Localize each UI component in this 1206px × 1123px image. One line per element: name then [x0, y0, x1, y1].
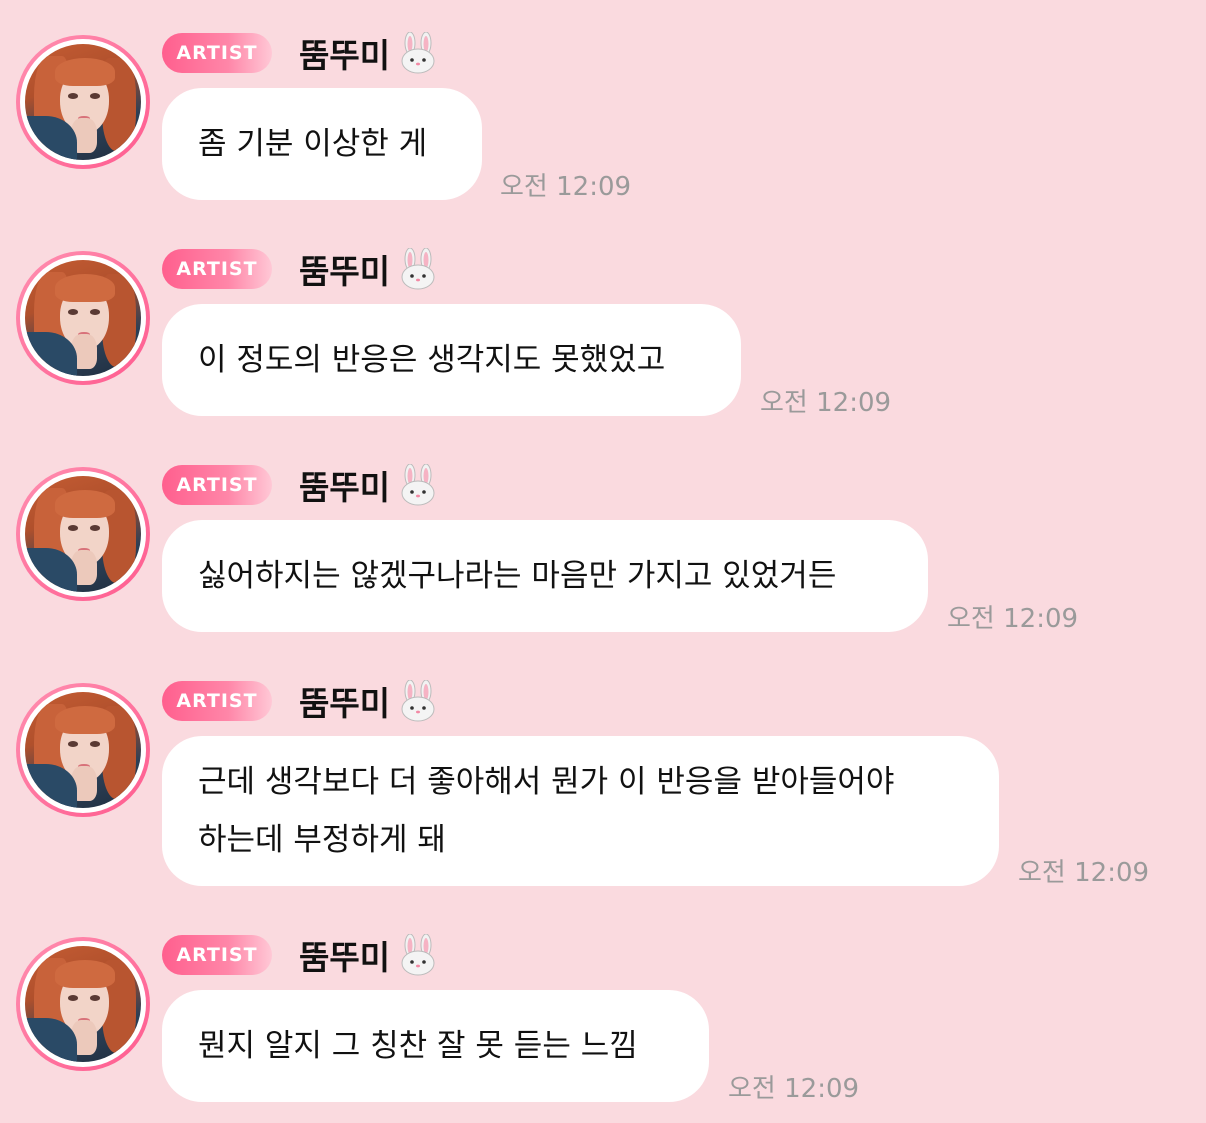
message-bubble[interactable]: 뭔지 알지 그 칭찬 잘 못 듣는 느낌 [162, 990, 709, 1102]
message-header: ARTIST 뚬뚜미 [162, 463, 438, 507]
bunny-face-icon [398, 31, 438, 74]
message-text: 싫어하지는 않겠구나라는 마음만 가지고 있었거든 [198, 558, 837, 594]
message-time: 오전 12:09 [760, 388, 892, 418]
avatar[interactable] [16, 35, 150, 169]
avatar[interactable] [16, 937, 150, 1071]
bunny-face-icon [398, 933, 438, 976]
artist-badge: ARTIST [162, 465, 272, 505]
message-time: 오전 12:09 [947, 604, 1079, 634]
message-text: 이 정도의 반응은 생각지도 못했었고 [198, 342, 666, 378]
sender-name[interactable]: 뚬뚜미 [299, 931, 390, 979]
message-bubble[interactable]: 싫어하지는 않겠구나라는 마음만 가지고 있었거든 [162, 520, 928, 632]
message-text: 좀 기분 이상한 게 [198, 126, 428, 162]
bunny-face-icon [398, 463, 438, 506]
artist-badge: ARTIST [162, 935, 272, 975]
message-time: 오전 12:09 [1018, 858, 1150, 888]
message-time: 오전 12:09 [500, 172, 632, 202]
message-header: ARTIST 뚬뚜미 [162, 247, 438, 291]
message-header: ARTIST 뚬뚜미 [162, 31, 438, 75]
sender-name[interactable]: 뚬뚜미 [299, 245, 390, 293]
avatar[interactable] [16, 683, 150, 817]
message-time: 오전 12:09 [728, 1074, 860, 1104]
sender-name[interactable]: 뚬뚜미 [299, 461, 390, 509]
message-bubble[interactable]: 이 정도의 반응은 생각지도 못했었고 [162, 304, 741, 416]
message-text: 근데 생각보다 더 좋아해서 뭔가 이 반응을 받아들어야 하는데 부정하게 돼 [198, 764, 895, 858]
avatar[interactable] [16, 251, 150, 385]
bunny-face-icon [398, 679, 438, 722]
artist-badge: ARTIST [162, 681, 272, 721]
message-bubble[interactable]: 근데 생각보다 더 좋아해서 뭔가 이 반응을 받아들어야 하는데 부정하게 돼 [162, 736, 999, 886]
sender-name[interactable]: 뚬뚜미 [299, 677, 390, 725]
artist-badge: ARTIST [162, 33, 272, 73]
sender-name[interactable]: 뚬뚜미 [299, 29, 390, 77]
bunny-face-icon [398, 247, 438, 290]
message-bubble[interactable]: 좀 기분 이상한 게 [162, 88, 482, 200]
message-header: ARTIST 뚬뚜미 [162, 679, 438, 723]
avatar[interactable] [16, 467, 150, 601]
message-text: 뭔지 알지 그 칭찬 잘 못 듣는 느낌 [198, 1028, 638, 1064]
message-header: ARTIST 뚬뚜미 [162, 933, 438, 977]
artist-badge: ARTIST [162, 249, 272, 289]
